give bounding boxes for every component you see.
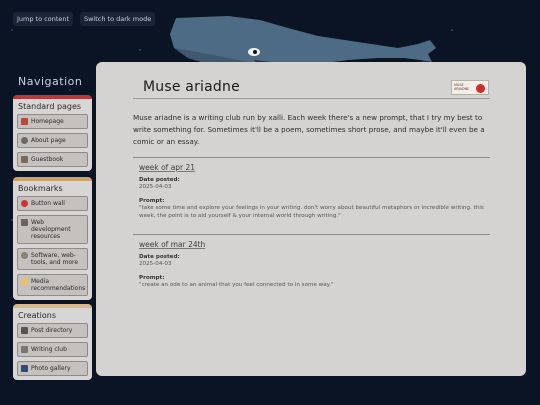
- sidebar-item-guestbook[interactable]: Guestbook: [17, 152, 88, 167]
- navigation-heading: Navigation: [18, 75, 83, 88]
- prompt-text: "create an ode to an animal that you fee…: [139, 282, 334, 288]
- sidebar-item-label: About page: [31, 137, 66, 144]
- sidebar-item-media[interactable]: Media recommendations: [17, 274, 88, 296]
- sidebar-item-label: Writing club: [31, 346, 67, 353]
- gear-icon: [21, 252, 28, 259]
- section-heading: Creations: [18, 311, 57, 320]
- sidebar-item-web-dev[interactable]: Web development resources: [17, 215, 88, 244]
- info-icon: [21, 137, 28, 144]
- post-title-link[interactable]: week of apr 21: [139, 163, 484, 172]
- tools-icon: [21, 219, 28, 226]
- circle-logo-icon: [476, 84, 485, 93]
- post-title-link[interactable]: week of mar 24th: [139, 240, 484, 249]
- pencil-icon: [21, 346, 28, 353]
- sidebar-item-homepage[interactable]: Homepage: [17, 114, 88, 129]
- sidebar-item-about[interactable]: About page: [17, 133, 88, 148]
- muse-ariadne-badge[interactable]: MUSE ARIADNE: [451, 80, 489, 95]
- page-title: Muse ariadne: [143, 79, 240, 95]
- post-divider: [133, 234, 490, 235]
- sidebar-item-label: Button wall: [31, 200, 65, 207]
- post-date: 2025-04-03: [139, 261, 172, 267]
- standard-pages-box: Standard pages Homepage About page Guest…: [13, 95, 92, 171]
- post-entry: week of apr 21 Date posted: 2025-04-03 P…: [139, 163, 484, 223]
- sidebar-item-label: Web development resources: [31, 219, 71, 240]
- sidebar-item-label: Photo gallery: [31, 365, 71, 372]
- creations-box: Creations Post directory Writing club Ph…: [13, 304, 92, 380]
- post-divider: [133, 157, 490, 158]
- main-content-panel: Muse ariadne MUSE ARIADNE Muse ariadne i…: [96, 62, 526, 376]
- dark-mode-toggle[interactable]: Switch to dark mode: [80, 12, 156, 26]
- home-icon: [21, 118, 28, 125]
- list-icon: [21, 327, 28, 334]
- section-heading: Bookmarks: [18, 184, 63, 193]
- book-icon: [21, 156, 28, 163]
- section-heading: Standard pages: [18, 102, 82, 111]
- sidebar-item-photo-gallery[interactable]: Photo gallery: [17, 361, 88, 376]
- bookmarks-box: Bookmarks Button wall Web development re…: [13, 177, 92, 300]
- sidebar-item-label: Homepage: [31, 118, 64, 125]
- prompt-text: "take some time and explore your feeling…: [139, 205, 484, 219]
- sidebar-item-software[interactable]: Software, web-tools, and more: [17, 248, 88, 270]
- post-date: 2025-04-03: [139, 184, 172, 190]
- skip-to-content-button[interactable]: Jump to content: [13, 12, 74, 26]
- sidebar-item-label: Post directory: [31, 327, 73, 334]
- post-entry: week of mar 24th Date posted: 2025-04-03…: [139, 240, 484, 292]
- sidebar-item-writing-club[interactable]: Writing club: [17, 342, 88, 357]
- sidebar-item-label: Media recommendations: [31, 278, 86, 292]
- folder-icon: [21, 278, 28, 285]
- sidebar-item-button-wall[interactable]: Button wall: [17, 196, 88, 211]
- badge-text: MUSE ARIADNE: [454, 83, 470, 91]
- intro-paragraph: Muse ariadne is a writing club run by xa…: [133, 113, 485, 146]
- sidebar-item-post-directory[interactable]: Post directory: [17, 323, 88, 338]
- title-divider: [133, 98, 490, 99]
- sidebar-item-label: Software, web-tools, and more: [31, 252, 79, 266]
- heart-icon: [21, 200, 28, 207]
- sidebar-item-label: Guestbook: [31, 156, 64, 163]
- camera-icon: [21, 365, 28, 372]
